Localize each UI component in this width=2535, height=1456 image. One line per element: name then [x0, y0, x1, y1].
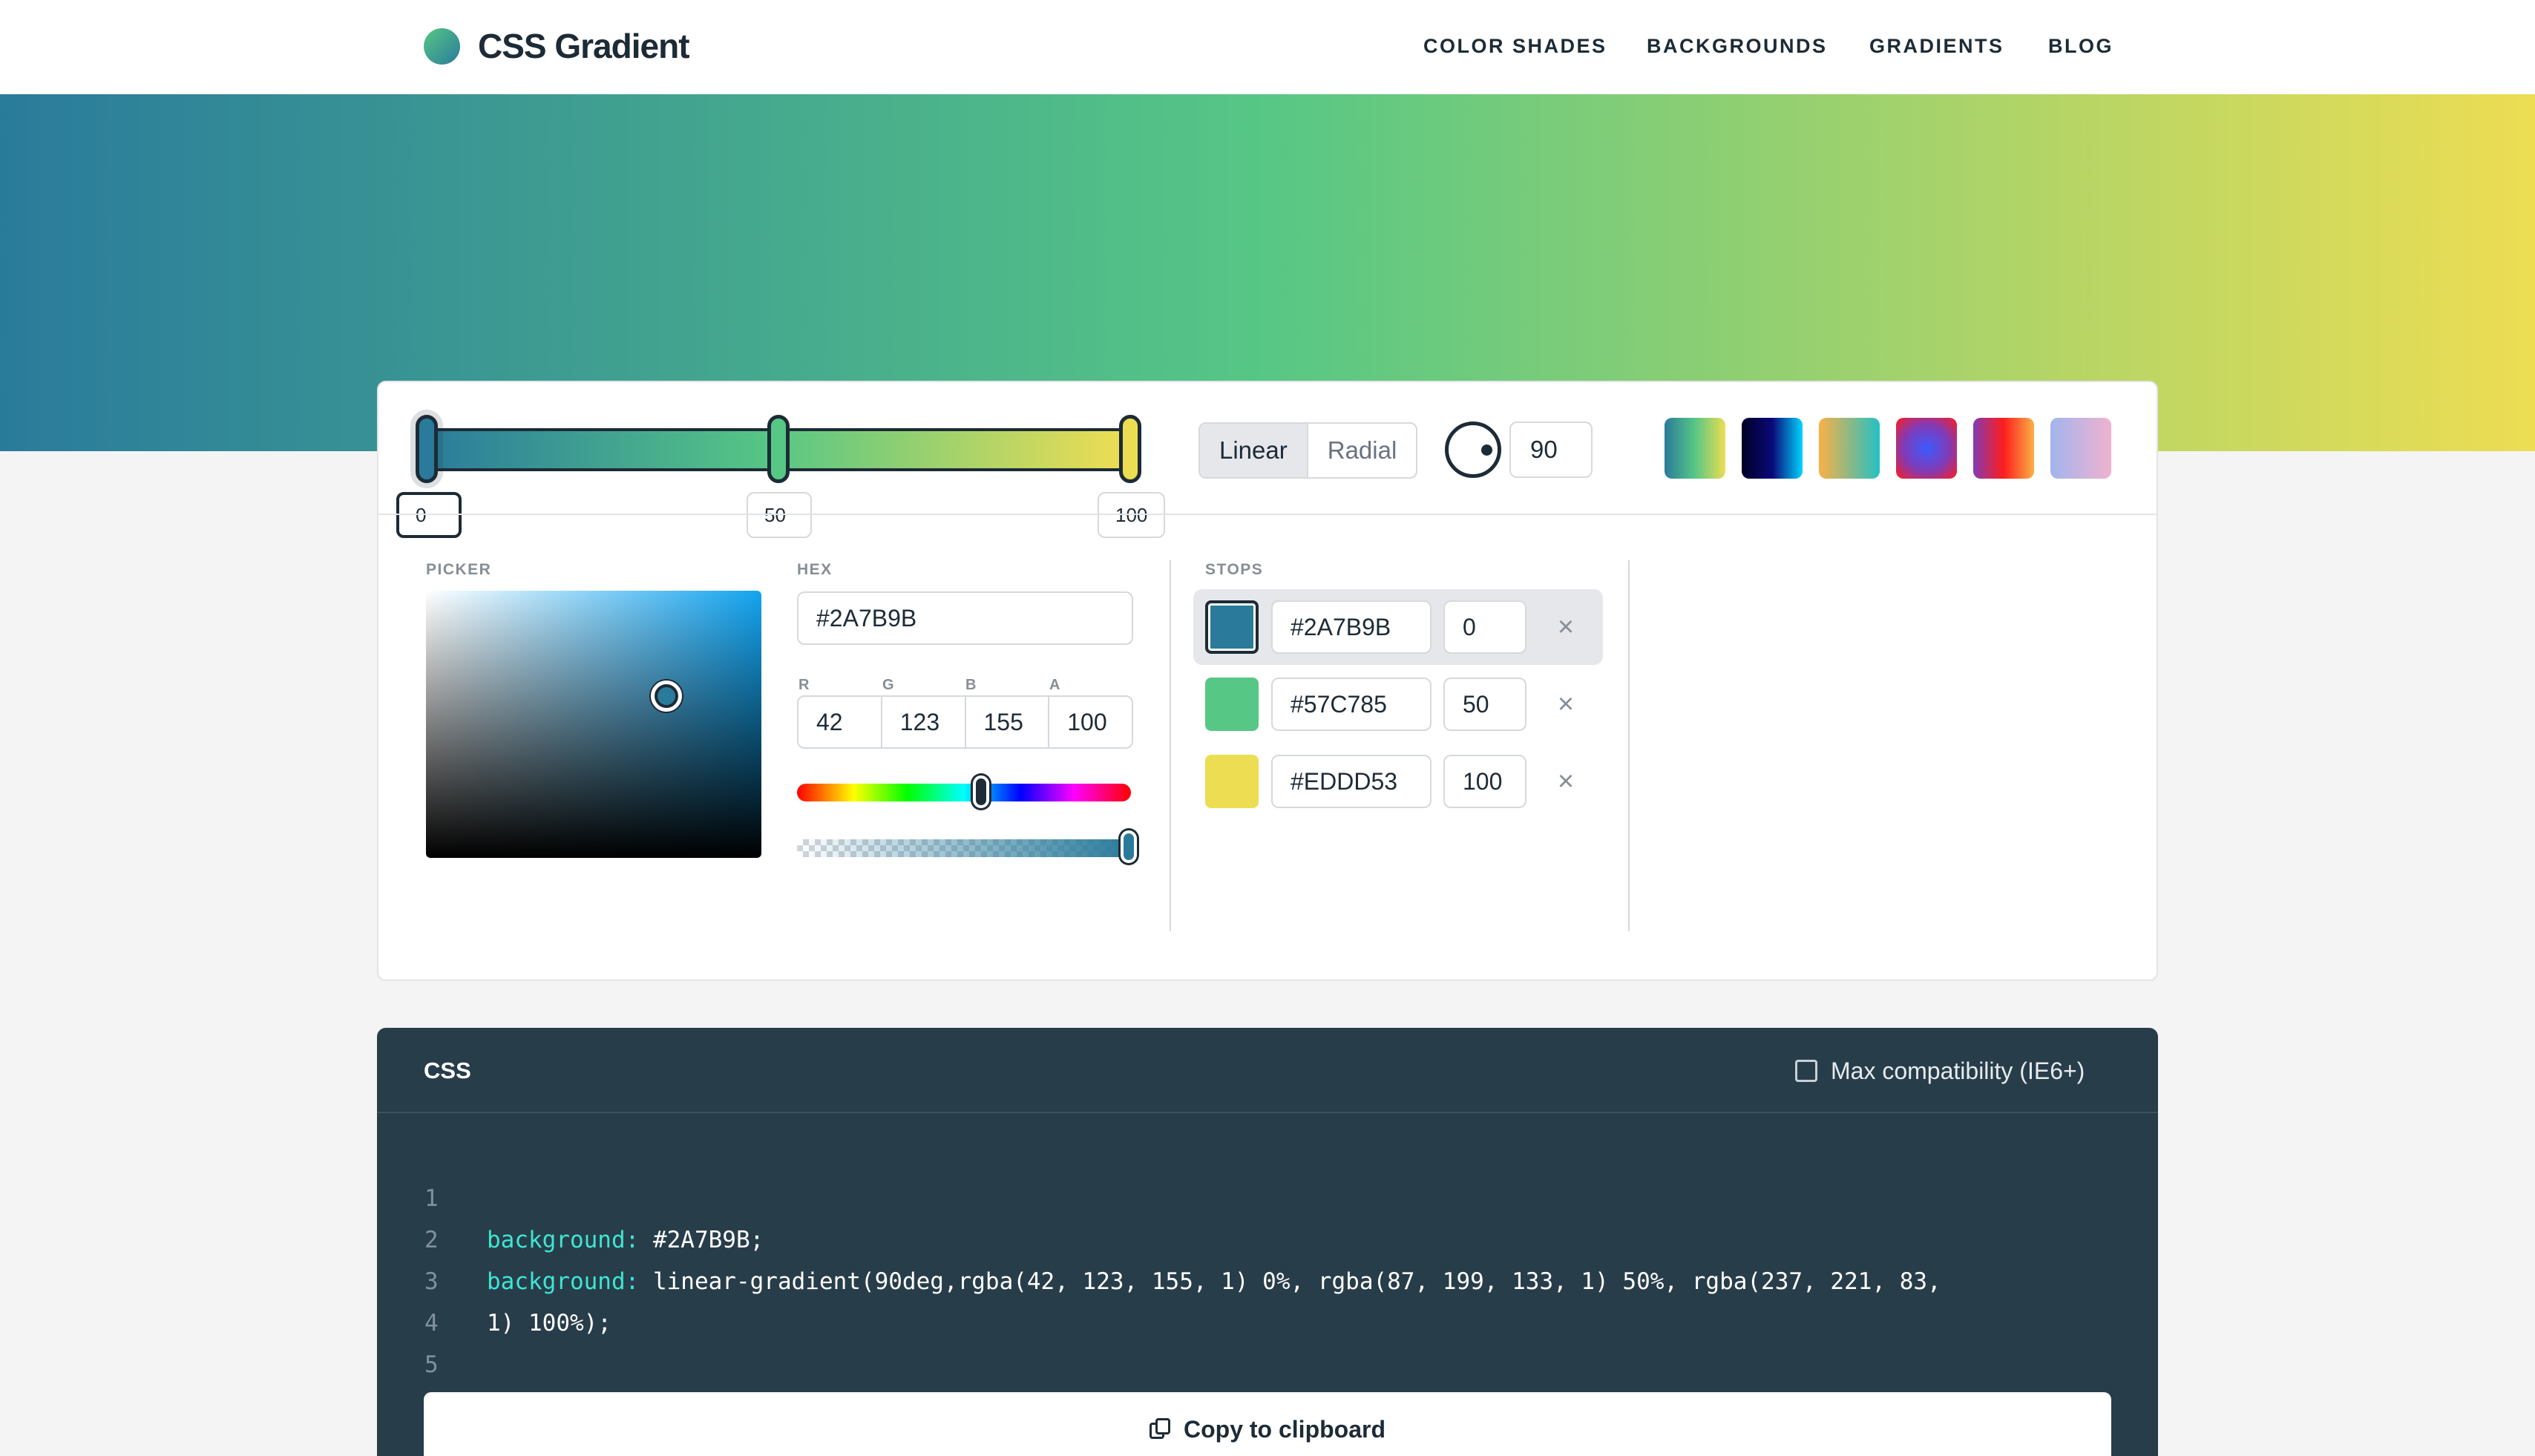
compat-label[interactable]: Max compatibility (IE6+) — [1831, 1056, 2085, 1086]
code-line: 4 — [377, 1261, 460, 1337]
card-divider — [378, 514, 2157, 515]
radial-button[interactable]: Radial — [1308, 424, 1417, 477]
copy-to-clipboard-button[interactable]: Copy to clipboard — [424, 1392, 2111, 1456]
code-line: 3 1) 100%); — [377, 1219, 611, 1337]
nav-color-shades[interactable]: COLOR SHADES — [1423, 33, 1607, 59]
nav-backgrounds[interactable]: BACKGROUNDS — [1647, 33, 1828, 59]
stop-color-swatch[interactable] — [1205, 678, 1259, 731]
picker-label: PICKER — [426, 561, 492, 578]
max-compatibility-toggle[interactable]: Max compatibility (IE6+) — [1795, 1056, 2085, 1086]
code-divider — [377, 1112, 2158, 1113]
a-input[interactable]: 100 — [1049, 697, 1132, 747]
stop-handle[interactable] — [1119, 415, 1141, 483]
remove-stop-icon[interactable]: × — [1551, 689, 1581, 719]
stop-position-input[interactable]: 100 — [1443, 755, 1526, 808]
alpha-slider[interactable] — [797, 839, 1131, 857]
angle-dial-icon[interactable] — [1445, 422, 1501, 478]
preset-swatch[interactable] — [1819, 418, 1880, 479]
code-property: background: — [487, 1268, 640, 1295]
gradient-editor-card: 0 50 100 Linear Radial 90 PICKER HEX #2A… — [377, 381, 2158, 981]
hex-label: HEX — [797, 561, 833, 578]
stop-position-label[interactable]: 100 — [1098, 492, 1166, 538]
preset-swatch[interactable] — [1665, 418, 1725, 479]
remove-stop-icon[interactable]: × — [1551, 612, 1581, 642]
a-label: A — [1049, 677, 1060, 693]
angle-input[interactable]: 90 — [1509, 422, 1593, 478]
g-input[interactable]: 123 — [882, 697, 966, 747]
code-line: 1 background: #2A7B9B; — [377, 1136, 764, 1253]
stops-label: STOPS — [1205, 561, 1264, 578]
stop-hex-input[interactable]: #57C785 — [1271, 678, 1432, 731]
r-label: R — [798, 677, 810, 693]
stop-position-label[interactable]: 0 — [396, 492, 462, 538]
code-text[interactable]: 1) 100%); — [487, 1302, 611, 1344]
preset-swatch[interactable] — [1742, 418, 1803, 479]
stop-color-swatch[interactable] — [1205, 755, 1259, 808]
logo-icon[interactable] — [424, 28, 460, 65]
stop-handle[interactable] — [767, 415, 790, 483]
angle-dial-dot — [1481, 445, 1492, 456]
remove-stop-icon[interactable]: × — [1551, 767, 1581, 796]
gradient-type-toggle: Linear Radial — [1198, 422, 1418, 479]
column-divider — [1628, 560, 1630, 931]
css-code-panel: CSS Max compatibility (IE6+) 1 backgroun… — [377, 1028, 2158, 1456]
code-line: 5 — [377, 1302, 460, 1378]
rgba-inputs: 42 123 155 100 — [797, 695, 1133, 749]
preset-swatch[interactable] — [1896, 418, 1957, 479]
page: CSS Gradient COLOR SHADES BACKGROUNDS GR… — [0, 0, 2535, 1456]
code-property: background: — [487, 1227, 640, 1253]
stop-position-input[interactable]: 50 — [1443, 678, 1526, 731]
r-input[interactable]: 42 — [798, 697, 882, 747]
top-header: CSS Gradient COLOR SHADES BACKGROUNDS GR… — [0, 0, 2535, 94]
copy-label: Copy to clipboard — [1184, 1416, 1385, 1443]
preset-swatch[interactable] — [1973, 418, 2034, 479]
stop-handle[interactable] — [416, 415, 438, 483]
nav-gradients[interactable]: GRADIENTS — [1869, 33, 2004, 59]
alpha-slider-thumb[interactable] — [1121, 830, 1137, 863]
column-divider — [1170, 560, 1171, 931]
linear-button[interactable]: Linear — [1200, 424, 1308, 477]
code-line: 2 background: linear-gradient(90deg,rgba… — [377, 1178, 1941, 1295]
code-value: #2A7B9B; — [639, 1227, 764, 1253]
code-value: linear-gradient(90deg,rgba(42, 123, 155,… — [639, 1268, 1941, 1295]
css-title: CSS — [424, 1057, 471, 1083]
hue-slider-thumb[interactable] — [973, 775, 989, 808]
copy-icon — [1150, 1418, 1172, 1440]
stop-hex-input[interactable]: #EDDD53 — [1271, 755, 1432, 808]
stop-position-label[interactable]: 50 — [747, 492, 812, 538]
compat-checkbox[interactable] — [1795, 1060, 1817, 1082]
b-label: B — [965, 677, 977, 693]
b-input[interactable]: 155 — [966, 697, 1050, 747]
color-picker-area[interactable] — [426, 591, 761, 858]
hue-slider[interactable] — [797, 784, 1131, 801]
stop-hex-input[interactable]: #2A7B9B — [1271, 600, 1432, 654]
nav-blog[interactable]: BLOG — [2048, 33, 2113, 59]
code-text[interactable]: background: linear-gradient(90deg,rgba(4… — [487, 1261, 1941, 1302]
stop-position-input[interactable]: 0 — [1443, 600, 1526, 654]
line-number: 5 — [424, 1351, 439, 1378]
stop-color-swatch[interactable] — [1205, 600, 1259, 654]
g-label: G — [882, 677, 894, 693]
preset-swatch[interactable] — [2050, 418, 2111, 479]
picker-cursor[interactable] — [651, 681, 682, 712]
logo-text[interactable]: CSS Gradient — [478, 25, 690, 67]
hex-input[interactable]: #2A7B9B — [797, 591, 1133, 645]
code-text[interactable]: background: #2A7B9B; — [487, 1219, 764, 1261]
